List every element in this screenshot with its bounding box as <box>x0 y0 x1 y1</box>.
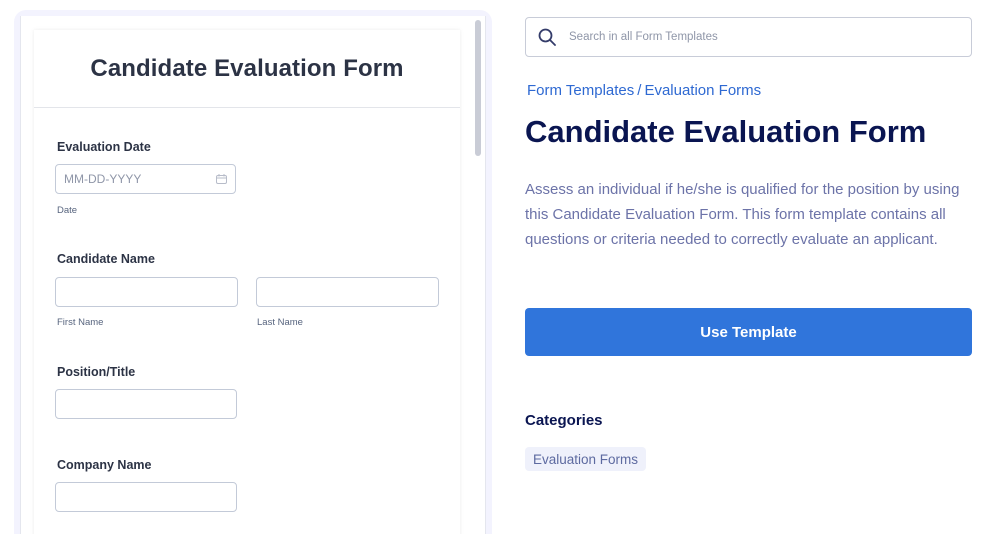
last-name-sublabel: Last Name <box>257 317 303 328</box>
form-title: Candidate Evaluation Form <box>90 54 404 82</box>
breadcrumb-form-templates-link[interactable]: Form Templates <box>527 82 634 99</box>
last-name-input[interactable] <box>256 277 439 307</box>
evaluation-date-placeholder: MM-DD-YYYY <box>64 172 142 186</box>
company-name-label: Company Name <box>57 458 152 472</box>
first-name-sublabel: First Name <box>57 317 104 328</box>
calendar-icon[interactable] <box>216 174 227 184</box>
evaluation-date-sublabel: Date <box>57 205 78 216</box>
preview-scrollbar-thumb[interactable] <box>475 20 481 156</box>
breadcrumb: Form Templates / Evaluation Forms <box>527 82 761 99</box>
search-input[interactable] <box>569 31 949 43</box>
breadcrumb-separator: / <box>637 82 642 99</box>
form-header: Candidate Evaluation Form <box>34 30 460 108</box>
use-template-button[interactable]: Use Template <box>525 308 972 356</box>
position-title-input[interactable] <box>55 389 237 419</box>
template-search-box[interactable] <box>525 17 972 57</box>
template-description: Assess an individual if he/she is qualif… <box>525 181 960 248</box>
search-icon <box>538 28 556 46</box>
evaluation-date-label: Evaluation Date <box>57 140 151 154</box>
candidate-name-label: Candidate Name <box>57 252 155 266</box>
company-name-input[interactable] <box>55 482 237 512</box>
category-tag-evaluation-forms[interactable]: Evaluation Forms <box>525 447 647 471</box>
breadcrumb-evaluation-forms-link[interactable]: Evaluation Forms <box>644 82 761 99</box>
evaluation-date-input[interactable]: MM-DD-YYYY <box>55 164 236 194</box>
page-title: Candidate Evaluation Form <box>525 114 927 149</box>
first-name-input[interactable] <box>55 277 238 307</box>
position-title-label: Position/Title <box>57 365 136 379</box>
form-preview-card: Candidate Evaluation Form Evaluation Dat… <box>34 30 460 534</box>
categories-heading: Categories <box>525 412 603 429</box>
